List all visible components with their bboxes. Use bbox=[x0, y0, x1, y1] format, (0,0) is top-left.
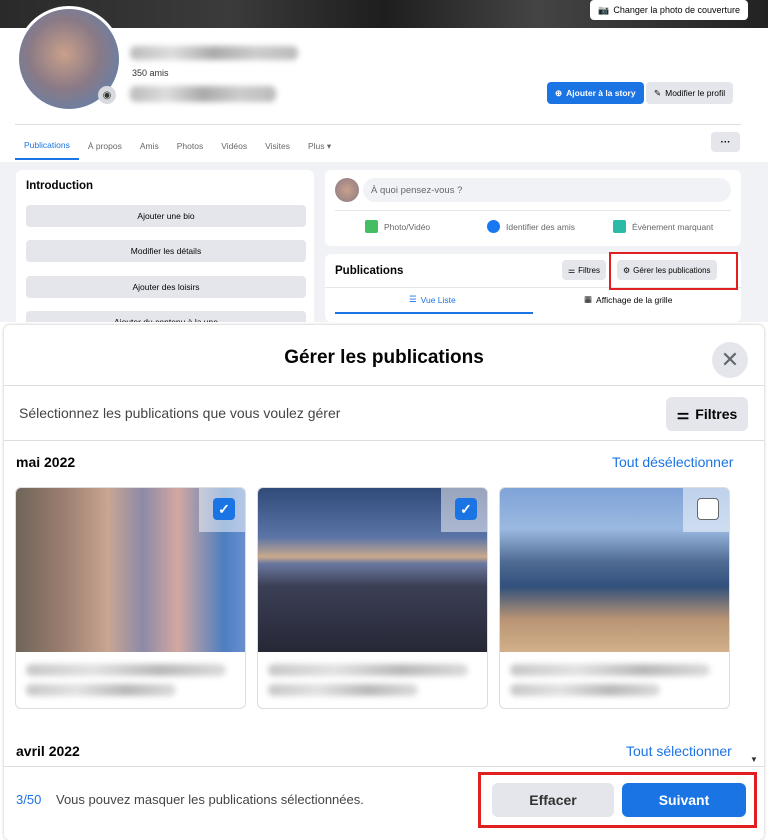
selection-count: 3/50 bbox=[16, 792, 42, 807]
tab-grid-view[interactable]: ▦ Affichage de la grille bbox=[584, 294, 672, 305]
highlight-box-manage bbox=[609, 252, 738, 290]
subheader-divider bbox=[4, 440, 764, 441]
post-checkbox-unchecked[interactable] bbox=[697, 498, 719, 520]
add-bio-button[interactable]: Ajouter une bio bbox=[26, 205, 306, 227]
plus-circle-icon: ⊕ bbox=[555, 87, 563, 98]
list-view-label: Vue Liste bbox=[420, 294, 456, 305]
blurred-post-date bbox=[510, 684, 660, 696]
publications-title: Publications bbox=[335, 265, 404, 277]
more-options-button[interactable]: ··· bbox=[711, 132, 740, 152]
sliders-icon: ⚌ bbox=[568, 265, 576, 275]
add-featured-button[interactable]: Ajouter du contenu à la une bbox=[26, 311, 306, 322]
publications-filters-button[interactable]: ⚌ Filtres bbox=[562, 260, 606, 280]
scroll-down-icon[interactable]: ▼ bbox=[750, 755, 758, 764]
add-hobbies-button[interactable]: Ajouter des loisirs bbox=[26, 276, 306, 298]
tab-friends[interactable]: Amis bbox=[131, 132, 168, 160]
blurred-post-meta bbox=[268, 664, 468, 676]
add-to-story-label: Ajouter à la story bbox=[566, 88, 636, 98]
avatar-camera-icon[interactable]: ◉ bbox=[98, 86, 116, 104]
profile-nav: Publications À propos Amis Photos Vidéos… bbox=[15, 132, 340, 160]
tab-visits[interactable]: Visites bbox=[256, 132, 299, 160]
publications-filters-label: Filtres bbox=[578, 265, 600, 275]
close-icon[interactable]: ✕ bbox=[712, 342, 748, 378]
profile-page-screenshot: 📷 Changer la photo de couverture ◉ 350 a… bbox=[0, 0, 768, 322]
camera-icon: 📷 bbox=[598, 4, 610, 15]
tab-publications[interactable]: Publications bbox=[15, 132, 79, 160]
grid-view-label: Affichage de la grille bbox=[596, 294, 673, 305]
edit-profile-label: Modifier le profil bbox=[665, 88, 726, 98]
tab-list-view[interactable]: ☰ Vue Liste bbox=[409, 294, 456, 305]
list-icon: ☰ bbox=[409, 294, 417, 304]
tab-videos[interactable]: Vidéos bbox=[212, 132, 256, 160]
post-card[interactable] bbox=[499, 487, 730, 709]
blurred-post-meta bbox=[510, 664, 710, 676]
section-month-april: avril 2022 bbox=[16, 743, 80, 759]
change-cover-button[interactable]: 📷 Changer la photo de couverture bbox=[590, 0, 748, 20]
flag-icon bbox=[613, 220, 626, 233]
filters-label: Filtres bbox=[695, 406, 738, 422]
filters-button[interactable]: ⚌ Filtres bbox=[666, 397, 748, 431]
cover-photo: 📷 Changer la photo de couverture bbox=[0, 0, 768, 28]
edit-details-button[interactable]: Modifier les détails bbox=[26, 240, 306, 262]
composer-input[interactable]: À quoi pensez-vous ? bbox=[363, 178, 731, 202]
friends-count[interactable]: 350 amis bbox=[132, 68, 169, 78]
tag-friends-action[interactable]: Identifier des amis bbox=[487, 220, 575, 233]
sliders-icon: ⚌ bbox=[676, 405, 690, 422]
change-cover-label: Changer la photo de couverture bbox=[613, 5, 740, 15]
composer-avatar bbox=[335, 178, 359, 202]
grid-icon: ▦ bbox=[584, 294, 593, 304]
blurred-friend-avatars bbox=[130, 86, 276, 102]
profile-header: ◉ 350 amis ⊕ Ajouter à la story ✎ Modifi… bbox=[0, 6, 768, 162]
deselect-all-link[interactable]: Tout désélectionner bbox=[612, 454, 733, 470]
edit-profile-button[interactable]: ✎ Modifier le profil bbox=[646, 82, 734, 104]
life-event-action[interactable]: Évènement marquant bbox=[613, 220, 713, 233]
footer-hint: Vous pouvez masquer les publications sél… bbox=[56, 792, 364, 807]
blurred-name bbox=[130, 46, 298, 60]
section-month-may: mai 2022 bbox=[16, 454, 76, 470]
post-card[interactable]: ✓ bbox=[15, 487, 246, 709]
photo-video-label: Photo/Vidéo bbox=[384, 221, 431, 232]
tag-friends-icon bbox=[487, 220, 500, 233]
post-card[interactable]: ✓ bbox=[257, 487, 488, 709]
post-composer: À quoi pensez-vous ? Photo/Vidéo Identif… bbox=[325, 170, 741, 246]
tab-more[interactable]: Plus ▾ bbox=[299, 132, 340, 160]
select-all-link[interactable]: Tout sélectionner bbox=[626, 743, 732, 759]
post-checkbox-checked[interactable]: ✓ bbox=[213, 498, 235, 520]
pencil-icon: ✎ bbox=[654, 87, 662, 98]
nav-divider bbox=[15, 124, 741, 125]
life-event-label: Évènement marquant bbox=[632, 221, 714, 232]
header-divider bbox=[4, 385, 764, 386]
footer-divider bbox=[4, 766, 764, 767]
composer-divider bbox=[335, 210, 731, 211]
photo-icon bbox=[365, 220, 378, 233]
intro-card: Introduction Ajouter une bio Modifier le… bbox=[16, 170, 314, 322]
active-tab-underline bbox=[335, 312, 533, 314]
tab-photos[interactable]: Photos bbox=[168, 132, 212, 160]
photo-video-action[interactable]: Photo/Vidéo bbox=[365, 220, 430, 233]
intro-title: Introduction bbox=[26, 180, 94, 192]
dialog-subtitle: Sélectionnez les publications que vous v… bbox=[19, 405, 341, 421]
manage-posts-dialog: Gérer les publications ✕ Sélectionnez le… bbox=[4, 325, 764, 840]
blurred-post-meta bbox=[26, 664, 226, 676]
blurred-post-date bbox=[268, 684, 418, 696]
tab-about[interactable]: À propos bbox=[79, 132, 131, 160]
tag-friends-label: Identifier des amis bbox=[506, 221, 575, 232]
highlight-box-actions bbox=[478, 772, 757, 828]
dialog-title: Gérer les publications bbox=[284, 347, 484, 368]
blurred-post-date bbox=[26, 684, 176, 696]
add-to-story-button[interactable]: ⊕ Ajouter à la story bbox=[547, 82, 644, 104]
post-checkbox-checked[interactable]: ✓ bbox=[455, 498, 477, 520]
